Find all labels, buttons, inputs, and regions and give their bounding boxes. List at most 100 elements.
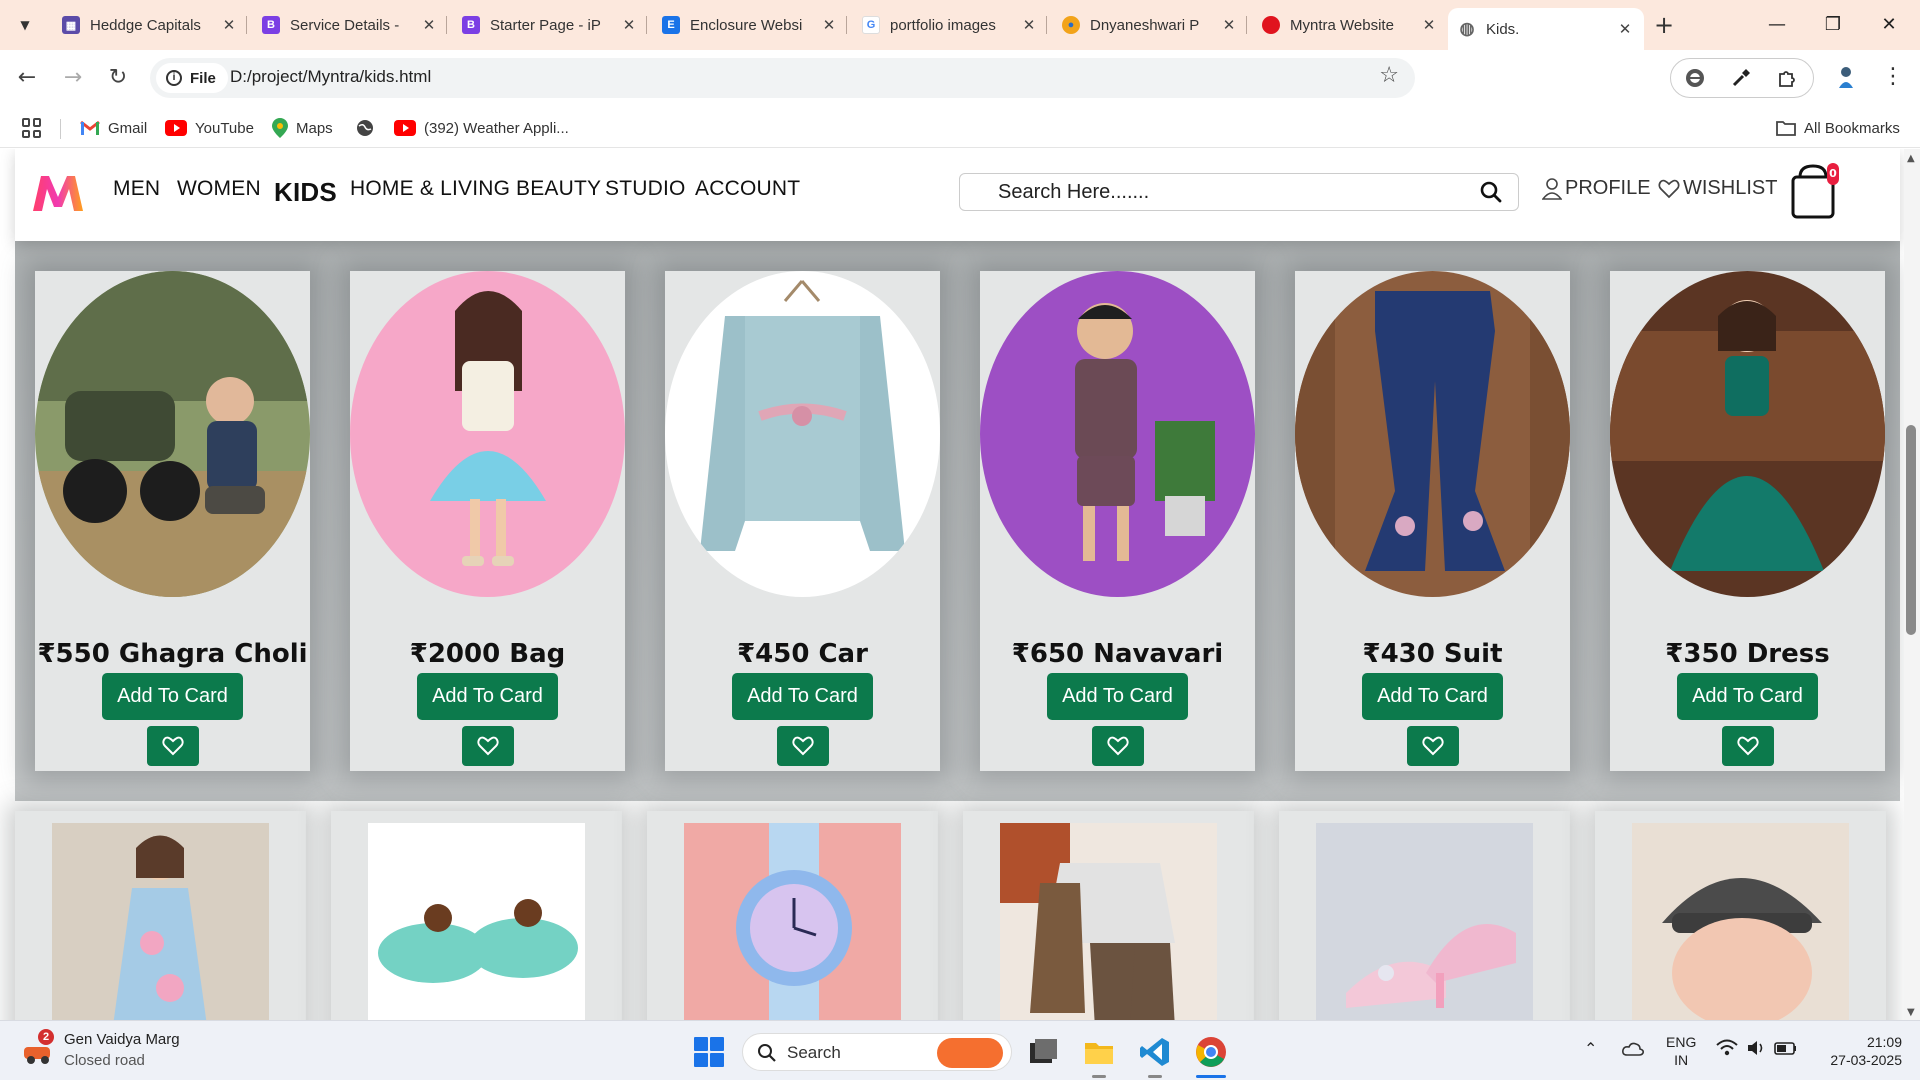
tab-enclosure-website[interactable]: E Enclosure Websi ✕ <box>652 8 848 42</box>
tab-close-icon[interactable]: ✕ <box>220 16 238 34</box>
product-card: ₹550 Ghagra Choli Add To Card <box>35 271 310 771</box>
system-clock[interactable]: 21:09 27-03-2025 <box>1818 1033 1902 1069</box>
tab-portfolio-images[interactable]: G portfolio images ✕ <box>852 8 1048 42</box>
tab-close-icon[interactable]: ✕ <box>420 16 438 34</box>
tab-kids-active[interactable]: ◍ Kids. ✕ <box>1448 8 1644 50</box>
wishlist-link[interactable]: WISHLIST <box>1658 177 1777 200</box>
volume-icon[interactable] <box>1746 1039 1766 1057</box>
bookmark-youtube[interactable]: YouTube <box>165 114 254 142</box>
nav-kids[interactable]: KIDS <box>274 177 337 208</box>
tab-close-icon[interactable]: ✕ <box>1020 16 1038 34</box>
site-info-chip[interactable]: i File <box>156 63 228 93</box>
product-image-girl-in-blue-floral-dress[interactable] <box>52 823 269 1020</box>
bookmark-star-icon[interactable]: ☆ <box>1379 63 1399 88</box>
product-image-boy-in-denim-shirt-shorts[interactable] <box>980 271 1255 597</box>
extension-block-icon[interactable] <box>1683 67 1707 91</box>
tab-close-icon[interactable]: ✕ <box>820 16 838 34</box>
product-price-name: ₹430 Suit <box>1362 639 1503 669</box>
wishlist-heart-button[interactable] <box>147 726 199 766</box>
vscode-icon[interactable] <box>1138 1035 1172 1069</box>
tab-dnyaneshwari[interactable]: ● Dnyaneshwari P ✕ <box>1052 8 1248 42</box>
scroll-down-arrow-icon[interactable]: ▼ <box>1907 1007 1915 1018</box>
site-search-input[interactable]: Search Here....... <box>959 173 1519 211</box>
product-card: ₹450 Car Add To Card <box>665 271 940 771</box>
eyedropper-icon[interactable] <box>1729 67 1753 91</box>
scrollbar-thumb[interactable] <box>1906 425 1916 635</box>
wishlist-heart-button[interactable] <box>1722 726 1774 766</box>
product-image-baby-in-flat-cap[interactable] <box>1632 823 1849 1020</box>
running-indicator <box>1148 1075 1162 1078</box>
product-image-light-up-kids-watch[interactable] <box>684 823 901 1020</box>
apps-grid-icon[interactable] <box>22 118 42 138</box>
back-arrow-icon[interactable]: ← <box>12 63 42 93</box>
tab-close-icon[interactable]: ✕ <box>1420 16 1438 34</box>
add-to-cart-button[interactable]: Add To Card <box>732 673 873 720</box>
bookmark-maps[interactable]: Maps <box>272 114 333 142</box>
close-window-icon[interactable]: ✕ <box>1866 10 1912 40</box>
nav-men[interactable]: MEN <box>113 177 160 201</box>
browser-menu-icon[interactable]: ⋮ <box>1882 64 1904 89</box>
wishlist-heart-button[interactable] <box>1092 726 1144 766</box>
add-to-cart-button[interactable]: Add To Card <box>417 673 558 720</box>
task-view-icon[interactable] <box>1026 1035 1060 1069</box>
wishlist-heart-button[interactable] <box>777 726 829 766</box>
nav-women[interactable]: WOMEN <box>177 177 261 201</box>
product-image-mint-slide-sandals[interactable] <box>368 823 585 1020</box>
address-bar[interactable]: i File D:/project/Myntra/kids.html ☆ <box>150 58 1415 98</box>
chrome-icon[interactable] <box>1194 1035 1228 1069</box>
bookmark-label: Gmail <box>108 119 148 137</box>
tab-search-chevron-icon[interactable]: ▼ <box>12 12 38 38</box>
product-image-light-blue-sweater-with-bow[interactable] <box>665 271 940 597</box>
search-icon[interactable] <box>1480 181 1502 203</box>
battery-icon[interactable] <box>1774 1039 1798 1057</box>
nav-studio[interactable]: STUDIO <box>605 177 686 201</box>
bookmark-gmail[interactable]: Gmail <box>80 114 147 142</box>
tab-myntra-website[interactable]: ● Myntra Website ✕ <box>1252 8 1448 42</box>
cloud-sync-icon[interactable] <box>1622 1039 1644 1059</box>
windows-start-icon[interactable] <box>694 1037 724 1067</box>
reload-icon[interactable]: ↻ <box>103 63 133 93</box>
nav-beauty[interactable]: BEAUTY <box>516 177 601 201</box>
all-bookmarks[interactable]: All Bookmarks <box>1776 114 1900 142</box>
minimize-icon[interactable]: — <box>1754 10 1800 40</box>
page-scrollbar[interactable]: ▲ ▼ <box>1904 149 1920 1020</box>
add-to-cart-button[interactable]: Add To Card <box>1047 673 1188 720</box>
extensions-puzzle-icon[interactable] <box>1775 67 1799 91</box>
restore-icon[interactable]: ❐ <box>1810 10 1856 40</box>
wifi-icon[interactable] <box>1716 1039 1738 1057</box>
extensions-group <box>1670 58 1814 98</box>
product-image-pink-glitter-heels[interactable] <box>1316 823 1533 1020</box>
product-image-girl-in-green-gown[interactable] <box>1610 271 1885 597</box>
profile-link[interactable]: PROFILE <box>1542 177 1651 200</box>
product-image-flared-denim-pants[interactable] <box>1295 271 1570 597</box>
product-image-girl-in-blue-tutu-dress[interactable] <box>350 271 625 597</box>
nav-home-living[interactable]: HOME & LIVING <box>350 177 510 201</box>
bookmark-weather-app[interactable]: (392) Weather Appli... <box>394 114 569 142</box>
nav-account[interactable]: ACCOUNT <box>695 177 800 201</box>
add-to-cart-button[interactable]: Add To Card <box>1362 673 1503 720</box>
bookmark-globe[interactable] <box>356 114 382 142</box>
tab-service-details[interactable]: B Service Details - ✕ <box>252 8 448 42</box>
input-language[interactable]: ENG IN <box>1666 1033 1696 1069</box>
myntra-logo[interactable] <box>31 173 85 213</box>
scroll-up-arrow-icon[interactable]: ▲ <box>1907 153 1915 164</box>
tab-starter-page[interactable]: B Starter Page - iP ✕ <box>452 8 648 42</box>
add-to-cart-button[interactable]: Add To Card <box>1677 673 1818 720</box>
product-image-boy-with-toy-motorbike[interactable] <box>35 271 310 597</box>
new-tab-plus-icon[interactable]: + <box>1650 12 1678 40</box>
tab-close-icon[interactable]: ✕ <box>1220 16 1238 34</box>
tray-overflow-chevron-icon[interactable]: ⌃ <box>1584 1039 1597 1059</box>
tab-close-icon[interactable]: ✕ <box>1616 20 1634 38</box>
product-card <box>1279 811 1570 1020</box>
profile-avatar-icon[interactable] <box>1836 66 1856 90</box>
wishlist-heart-button[interactable] <box>462 726 514 766</box>
tab-close-icon[interactable]: ✕ <box>620 16 638 34</box>
tab-heddge-capitals[interactable]: ▦ Heddge Capitals ✕ <box>52 8 248 42</box>
file-explorer-icon[interactable] <box>1082 1035 1116 1069</box>
taskbar-search-box[interactable]: Search <box>742 1033 1012 1071</box>
add-to-cart-button[interactable]: Add To Card <box>102 673 243 720</box>
product-image-boys-party-suit-set[interactable] <box>1000 823 1217 1020</box>
forward-arrow-icon[interactable]: → <box>58 63 88 93</box>
address-url[interactable]: D:/project/Myntra/kids.html <box>230 67 431 87</box>
wishlist-heart-button[interactable] <box>1407 726 1459 766</box>
